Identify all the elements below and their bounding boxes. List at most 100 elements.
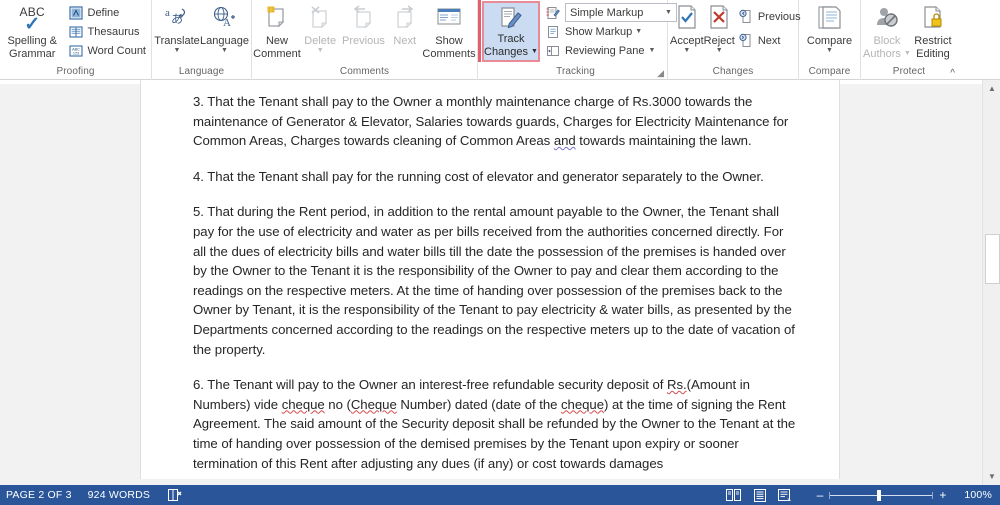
ribbon-review-tab: ABC ✓ Spelling & Grammar Define Thesauru… — [0, 0, 1000, 80]
previous-comment-icon — [340, 3, 386, 33]
word-count-indicator[interactable]: 924 WORDS — [88, 489, 150, 501]
next-change-label: Next — [757, 34, 781, 47]
previous-comment-button[interactable]: Previous — [340, 1, 386, 61]
print-layout-icon[interactable] — [747, 485, 773, 505]
vertical-scrollbar[interactable]: ▲ ▼ — [982, 80, 1000, 485]
display-for-review-select[interactable]: Simple Markup ▼ — [564, 3, 677, 22]
group-label-protect: Protect — [892, 66, 926, 77]
status-bar: PAGE 2 OF 3 924 WORDS – + 100% — [0, 485, 1000, 505]
svg-text:a: a — [165, 7, 170, 19]
chevron-down-icon[interactable]: ▼ — [174, 47, 181, 54]
zoom-track[interactable] — [829, 489, 934, 501]
display-for-review-dropdown[interactable]: Simple Markup ▼ — [544, 3, 680, 22]
page-indicator[interactable]: PAGE 2 OF 3 — [6, 489, 72, 501]
group-label-changes: Changes — [712, 66, 754, 77]
next-change-icon — [738, 32, 755, 49]
define-icon — [68, 4, 85, 21]
word-window: ABC ✓ Spelling & Grammar Define Thesauru… — [0, 0, 1000, 505]
document-page[interactable]: 3. That the Tenant shall pay to the Owne… — [140, 80, 840, 479]
define-label: Define — [87, 6, 120, 19]
paragraph-clause-5: 5. That during the Rent period, in addit… — [193, 202, 797, 359]
show-comments-label-2: Comments — [422, 47, 476, 60]
grammar-error: and — [553, 133, 576, 149]
chevron-down-icon[interactable]: ▼ — [221, 47, 228, 54]
chevron-down-icon[interactable]: ▼ — [904, 48, 911, 61]
chevron-down-icon[interactable]: ▼ — [531, 46, 538, 59]
ribbon-group-compare: Compare ▼ Compare — [799, 0, 861, 80]
track-changes-icon — [497, 5, 525, 33]
spelling-grammar-label-1: Spelling & — [7, 35, 58, 47]
read-mode-icon[interactable] — [721, 485, 747, 505]
thesaurus-button[interactable]: Thesaurus — [67, 22, 150, 41]
chevron-down-icon[interactable]: ▼ — [317, 47, 324, 54]
scroll-up-icon[interactable]: ▲ — [983, 80, 1000, 97]
scrollbar-thumb[interactable] — [985, 234, 1000, 284]
define-button[interactable]: Define — [67, 3, 150, 22]
zoom-level-label[interactable]: 100% — [962, 489, 992, 501]
document-body[interactable]: 3. That the Tenant shall pay to the Owne… — [141, 80, 839, 473]
show-markup-button[interactable]: Show Markup ▼ — [544, 22, 680, 41]
paragraph-clause-4: 4. That the Tenant shall pay for the run… — [193, 167, 797, 187]
new-comment-label-2: Comment — [253, 47, 301, 60]
tracking-dialog-launcher-icon[interactable]: ◢ — [657, 68, 664, 79]
new-comment-label-1: New — [265, 35, 288, 47]
word-count-icon: ABC 123 — [68, 42, 85, 59]
new-comment-button[interactable]: New Comment — [253, 1, 301, 61]
ribbon-group-changes: Accept ▼ Reject ▼ Previous Next Changes — [668, 0, 801, 80]
spelling-error: cheque — [281, 396, 325, 412]
restrict-editing-icon — [911, 3, 955, 33]
spelling-grammar-button[interactable]: ABC ✓ Spelling & Grammar — [2, 1, 63, 60]
chevron-down-icon[interactable]: ▼ — [648, 47, 655, 54]
paragraph-clause-6: 6. The Tenant will pay to the Owner an i… — [193, 375, 797, 473]
previous-change-label: Previous — [757, 10, 801, 23]
delete-comment-button[interactable]: Delete ▼ — [300, 1, 340, 61]
zoom-out-button[interactable]: – — [811, 489, 830, 501]
next-comment-icon — [386, 3, 423, 33]
previous-change-button[interactable]: Previous — [737, 7, 804, 26]
translate-button[interactable]: a あ Translate ▼ — [154, 1, 200, 61]
new-comment-icon — [254, 3, 300, 33]
web-layout-icon[interactable] — [773, 485, 799, 505]
next-comment-button[interactable]: Next — [386, 1, 423, 61]
ribbon-group-protect: Block Authors ▼ Restrict Editing Protect… — [861, 0, 957, 80]
track-changes-button[interactable]: Track Changes ▼ — [482, 1, 540, 62]
compare-icon — [801, 3, 858, 33]
reviewing-pane-icon — [545, 42, 562, 59]
reject-button[interactable]: Reject ▼ — [704, 1, 735, 61]
text-run: Number) dated (date of the — [396, 396, 562, 412]
text-run: 5. That during the Rent period, in addit… — [193, 204, 795, 357]
word-count-button[interactable]: ABC 123 Word Count — [67, 41, 150, 60]
thesaurus-icon — [68, 23, 85, 40]
reviewing-pane-button[interactable]: Reviewing Pane ▼ — [544, 41, 680, 60]
track-changes-label-2: Changes — [484, 45, 529, 58]
show-comments-button[interactable]: Show Comments — [422, 1, 476, 61]
tracking-highlight-line — [478, 0, 481, 62]
block-authors-button[interactable]: Block Authors ▼ — [863, 1, 911, 61]
svg-text:123: 123 — [73, 51, 79, 55]
collapse-ribbon-button[interactable]: ^ — [950, 68, 955, 79]
spelling-error: cheque — [561, 396, 604, 412]
language-button[interactable]: A Language ▼ — [200, 1, 249, 61]
translate-icon: a あ — [154, 3, 200, 33]
chevron-down-icon[interactable]: ▼ — [826, 47, 833, 54]
zoom-handle[interactable] — [877, 489, 882, 501]
show-markup-icon — [545, 23, 562, 40]
accept-icon — [670, 3, 704, 33]
zoom-in-button[interactable]: + — [933, 489, 952, 501]
proofing-status-icon[interactable] — [166, 485, 184, 505]
chevron-down-icon[interactable]: ▼ — [683, 47, 690, 54]
paragraph-clause-3: 3. That the Tenant shall pay to the Owne… — [193, 92, 797, 151]
chevron-down-icon[interactable]: ▼ — [635, 28, 642, 35]
ribbon-group-comments: New Comment Delete ▼ Previous Next Show … — [252, 0, 478, 80]
scroll-down-icon[interactable]: ▼ — [983, 468, 1000, 485]
show-comments-icon — [423, 3, 475, 33]
compare-button[interactable]: Compare ▼ — [801, 1, 858, 61]
next-change-button[interactable]: Next — [737, 31, 804, 50]
zoom-slider[interactable]: – + — [811, 489, 953, 501]
check-icon: ✓ — [24, 13, 41, 35]
accept-button[interactable]: Accept ▼ — [670, 1, 704, 61]
chevron-down-icon[interactable]: ▼ — [716, 47, 723, 54]
ribbon-group-language: a あ Translate ▼ A Language ▼ Language — [152, 0, 252, 80]
block-authors-label-1: Block — [873, 35, 901, 47]
restrict-editing-button[interactable]: Restrict Editing — [911, 1, 955, 61]
